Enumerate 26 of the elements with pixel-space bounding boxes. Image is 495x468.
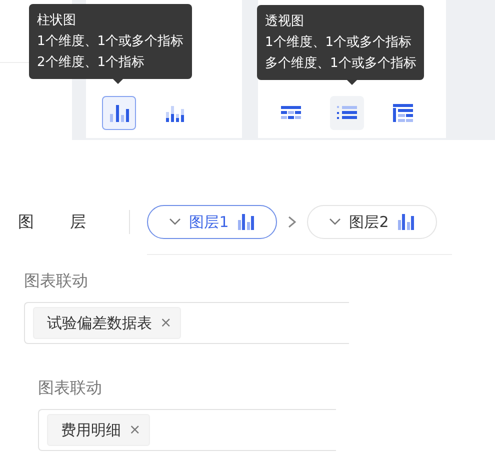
remove-button[interactable]: × <box>160 315 172 331</box>
layers-title: 图层 <box>18 212 94 232</box>
tag-text: 试验偏差数据表 <box>47 314 152 332</box>
list-chart-option[interactable] <box>330 96 364 130</box>
tooltip-title: 透视图 <box>265 13 305 31</box>
chevron-right-icon <box>287 215 297 229</box>
chevron-down-icon <box>169 218 182 226</box>
bar-chart-icon <box>108 102 130 124</box>
remove-button[interactable]: × <box>129 422 141 438</box>
field-label: 图表联动 <box>24 271 89 292</box>
tooltip-text: 多个维度、1个或多个指标 <box>265 55 416 73</box>
layer-tab[interactable]: 图层1 <box>147 205 277 239</box>
select-field[interactable]: 试验偏差数据表 × <box>24 302 349 344</box>
bar-chart-option[interactable] <box>102 96 136 130</box>
layer-tab[interactable]: 图层2 <box>307 205 437 239</box>
field-label: 图表联动 <box>38 378 103 399</box>
bar-chart-icon <box>396 214 415 230</box>
chevron-down-icon <box>329 218 342 226</box>
select-field[interactable]: 费用明细 × <box>38 409 336 451</box>
pivot-table-icon <box>392 102 414 124</box>
bar-chart-icon <box>236 214 255 230</box>
tooltip-text: 1个维度、1个或多个指标 <box>37 33 184 51</box>
tag-text: 费用明细 <box>61 420 121 440</box>
tooltip-text: 1个维度、1个或多个指标 <box>265 34 413 52</box>
tooltip-title: 柱状图 <box>37 12 77 30</box>
tooltip-text: 2个维度、1个指标 <box>37 54 146 72</box>
